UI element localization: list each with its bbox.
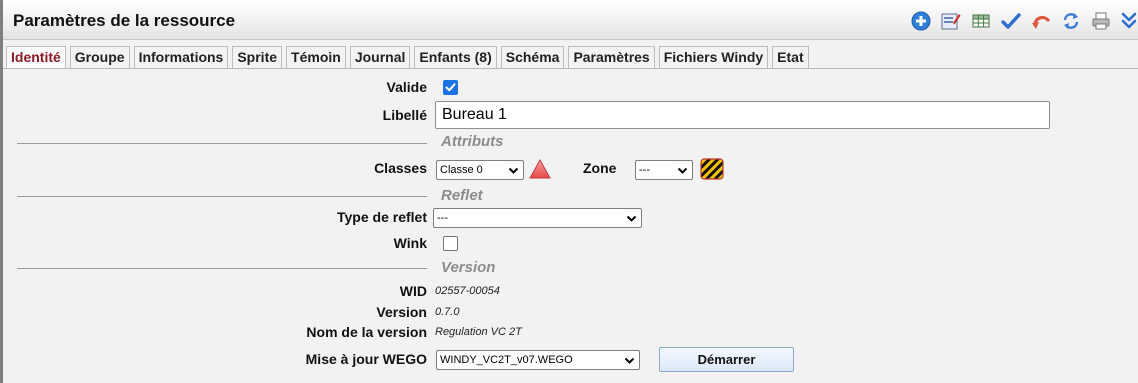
chevron-down-icon: [626, 215, 637, 222]
tab-sprite[interactable]: Sprite: [232, 46, 283, 68]
tab-journal[interactable]: Journal: [349, 46, 411, 68]
type-reflet-label: Type de reflet: [337, 209, 427, 225]
demarrer-button[interactable]: Démarrer: [659, 347, 794, 372]
tab-etat[interactable]: Etat: [772, 46, 809, 68]
version-value: 0.7.0: [435, 306, 460, 318]
chevron-down-icon: [624, 357, 635, 364]
type-reflet-select[interactable]: ---: [433, 208, 642, 228]
libelle-label: Libellé: [382, 107, 427, 123]
double-chevron-down-icon[interactable]: [1120, 10, 1138, 32]
tab-parametres[interactable]: Paramètres: [568, 46, 655, 68]
version-separator: [17, 268, 427, 269]
undo-icon[interactable]: [1030, 10, 1052, 32]
version-label: Version: [376, 304, 427, 320]
reflet-section-title: Reflet: [441, 187, 483, 204]
zone-select-value: ---: [639, 164, 650, 176]
nom-version-label: Nom de la version: [306, 324, 427, 340]
panel-title: Paramètres de la ressource: [13, 11, 236, 30]
wink-label: Wink: [393, 235, 427, 251]
tab-informations[interactable]: Informations: [133, 46, 229, 68]
refresh-icon[interactable]: [1060, 10, 1082, 32]
checkmark-icon[interactable]: [1000, 10, 1022, 32]
tab-groupe[interactable]: Groupe: [69, 46, 130, 68]
mise-a-jour-select[interactable]: WINDY_VC2T_v07.WEGO: [436, 350, 640, 370]
wid-label: WID: [399, 283, 427, 299]
print-icon[interactable]: [1090, 10, 1112, 32]
mise-a-jour-select-value: WINDY_VC2T_v07.WEGO: [440, 354, 573, 366]
tab-fichiers-windy[interactable]: Fichiers Windy: [658, 46, 769, 68]
chevron-down-icon: [677, 167, 688, 174]
mise-a-jour-label: Mise à jour WEGO: [305, 351, 427, 367]
warning-triangle-icon: [528, 158, 552, 183]
classes-label: Classes: [374, 160, 427, 176]
attributs-section-title: Attributs: [441, 133, 504, 150]
version-section-title: Version: [441, 259, 496, 276]
type-reflet-select-value: ---: [437, 212, 448, 224]
tab-identite[interactable]: Identité: [6, 46, 66, 68]
tab-schema[interactable]: Schéma: [500, 46, 565, 68]
zone-select[interactable]: ---: [635, 160, 693, 180]
wid-value: 02557-00054: [435, 285, 500, 297]
hazard-stripes-icon: [700, 158, 724, 183]
valide-checkbox[interactable]: [443, 80, 458, 95]
add-icon[interactable]: [910, 10, 932, 32]
chevron-down-icon: [508, 167, 519, 174]
valide-label: Valide: [386, 79, 427, 95]
wink-checkbox[interactable]: [443, 236, 458, 251]
tab-enfants[interactable]: Enfants (8): [414, 46, 497, 68]
nom-version-value: Regulation VC 2T: [435, 326, 522, 338]
resource-settings-panel: Paramètres de la ressource Identité Grou…: [0, 0, 1138, 383]
grid-icon[interactable]: [970, 10, 992, 32]
attributs-separator: [17, 143, 427, 144]
edit-form-icon[interactable]: [940, 10, 962, 32]
classes-select-value: Classe 0: [440, 164, 483, 176]
tab-bar: Identité Groupe Informations Sprite Témo…: [3, 46, 1138, 69]
reflet-separator: [17, 196, 427, 197]
title-bar: Paramètres de la ressource: [3, 0, 1138, 40]
attributs-separator-right: [511, 143, 1111, 144]
classes-select[interactable]: Classe 0: [436, 160, 524, 180]
toolbar: [902, 9, 1138, 33]
tab-temoin[interactable]: Témoin: [286, 46, 346, 68]
libelle-input[interactable]: [435, 101, 1050, 129]
zone-label: Zone: [583, 160, 617, 176]
